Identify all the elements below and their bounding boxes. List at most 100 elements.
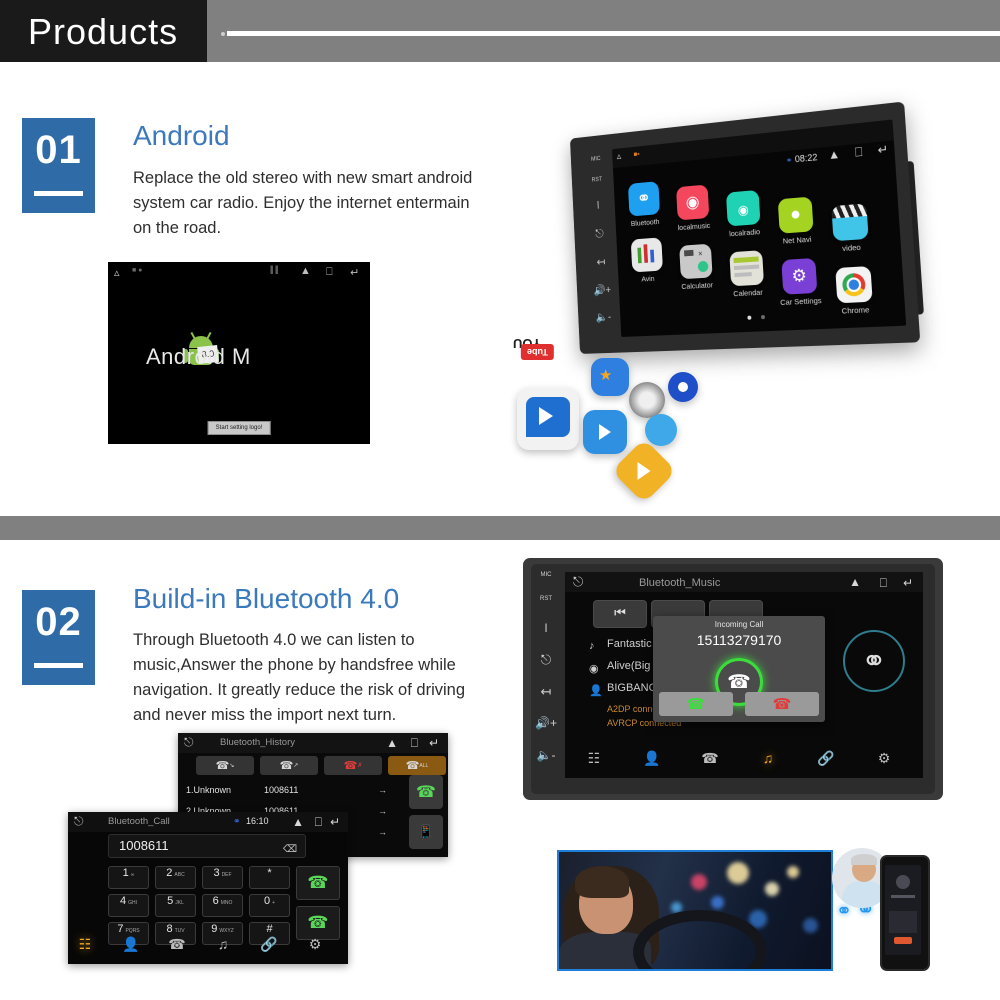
incoming-call-dialog[interactable]: Incoming Call 15113279170 ☎ ☎ ☎ xyxy=(653,616,825,722)
home-icon[interactable]: ⎋ xyxy=(588,226,611,242)
row-arrow-icon[interactable]: → xyxy=(378,785,387,795)
volume-down-icon[interactable]: 🔈- xyxy=(592,310,615,324)
app-bluetooth[interactable]: ⚭ Bluetooth xyxy=(623,181,667,229)
collapse-icon[interactable]: ▲ xyxy=(300,265,311,277)
settings-gear-icon[interactable]: ⚙ xyxy=(302,936,328,953)
recents-icon[interactable]: ⎕ xyxy=(315,816,322,828)
recents-icon[interactable]: ⎕ xyxy=(411,737,418,749)
recents-icon[interactable]: ⎕ xyxy=(326,266,333,279)
app-localmusic[interactable]: ◉ localmusic xyxy=(671,184,716,233)
key-2[interactable]: 2 ABC xyxy=(155,866,196,889)
home-icon[interactable]: ⎋ xyxy=(184,735,194,750)
app-label: Net Navi xyxy=(774,234,820,246)
home-icon[interactable]: ▵ xyxy=(617,151,622,162)
mic-key[interactable]: MIC xyxy=(533,572,559,578)
rst-key[interactable]: RST xyxy=(533,596,559,602)
bluetooth-music-screen[interactable]: ⎋ ▲ ⎕ ↵ Bluetooth_Music ⏮ ♪ Fantastic Ba… xyxy=(565,572,923,778)
back-icon[interactable]: ↵ xyxy=(350,266,359,279)
mic-key[interactable]: MIC xyxy=(585,155,608,163)
contacts-icon[interactable]: 👤 xyxy=(639,750,665,767)
radio-touchscreen[interactable]: ▵ ■▪ ⚭ 08:22 ▲ ⎕ ↵ ⚭ Bluetooth ◉ localmu… xyxy=(612,119,906,336)
end-call-icon[interactable]: ☎ xyxy=(296,906,340,940)
key-star[interactable]: * xyxy=(249,866,290,889)
missed-calls-tab[interactable]: ☎ ✗ xyxy=(324,756,382,775)
backspace-icon[interactable]: ⌫ xyxy=(283,839,297,861)
call-history-icon[interactable]: ☎ xyxy=(697,750,723,767)
incoming-calls-tab[interactable]: ☎ ↘ xyxy=(196,756,254,775)
rst-key[interactable]: RST xyxy=(586,176,609,184)
collapse-icon[interactable]: ▲ xyxy=(849,576,861,588)
contacts-icon[interactable]: 👤 xyxy=(118,936,144,953)
page-indicator[interactable] xyxy=(742,306,770,325)
recents-icon[interactable]: ⎕ xyxy=(880,577,887,589)
row-arrow-icon[interactable]: → xyxy=(378,806,387,816)
outgoing-calls-tab[interactable]: ☎ ↗ xyxy=(260,756,318,775)
app-video[interactable]: video xyxy=(825,203,875,254)
app-label: video xyxy=(828,242,876,254)
collapse-icon[interactable]: ▲ xyxy=(386,737,398,749)
collapse-icon[interactable]: ▲ xyxy=(292,816,304,828)
status-icons: ■ ● xyxy=(132,267,142,274)
volume-up-icon[interactable]: 🔊+ xyxy=(533,716,559,730)
app-localradio[interactable]: ◉ localradio xyxy=(720,189,767,238)
key-5[interactable]: 5 JKL xyxy=(155,894,196,917)
app-label: Chrome xyxy=(831,305,879,317)
collapse-icon[interactable]: ▲ xyxy=(828,147,841,162)
track-icon-artist: 👤 xyxy=(589,684,603,697)
all-calls-tab[interactable]: ☎ ALL xyxy=(388,756,446,775)
back-icon[interactable]: ↤ xyxy=(589,254,612,269)
back-icon[interactable]: ↵ xyxy=(330,816,340,828)
key-6[interactable]: 6 MNO xyxy=(202,894,243,917)
youtube-badge: Tube xyxy=(521,344,554,360)
dial-call-icon[interactable]: ☎ xyxy=(409,775,443,809)
track-icon-note: ♪ xyxy=(589,640,595,652)
home-icon: ▵ xyxy=(114,266,120,279)
music-icon[interactable]: ♫ xyxy=(755,750,781,766)
home-icon[interactable]: ⎋ xyxy=(533,652,559,668)
call-history-icon[interactable]: ☎ xyxy=(164,936,190,953)
key-3[interactable]: 3 DEF xyxy=(202,866,243,889)
driver-photo xyxy=(557,850,833,971)
key-0[interactable]: 0 + xyxy=(249,894,290,917)
keypad-icon[interactable]: ☷ xyxy=(581,750,607,767)
key-1[interactable]: 1 ∞ xyxy=(108,866,149,889)
row-arrow-icon[interactable]: → xyxy=(378,827,387,837)
volume-down-icon[interactable]: 🔈- xyxy=(533,748,559,762)
back-icon[interactable]: ↵ xyxy=(877,142,889,158)
screen-clock: 08:22 xyxy=(795,152,818,164)
caller-hair xyxy=(851,854,877,865)
app-chrome[interactable]: Chrome xyxy=(829,266,880,316)
section-number-02: 02 xyxy=(22,590,95,654)
power-icon[interactable]: ⏽ xyxy=(587,197,610,213)
bluetooth-icon: ⚭ xyxy=(843,630,905,692)
link-icon[interactable]: 🔗 xyxy=(256,936,282,953)
bluetooth-call-screen[interactable]: ⎋ ⚭ 16:10 ▲ ⎕ ↵ Bluetooth_Call 1008611 ⌫… xyxy=(68,812,348,964)
calendar-icon xyxy=(729,250,764,286)
gear-icon: ⚙ xyxy=(781,258,817,295)
app-calculator[interactable]: × Calculator xyxy=(674,243,719,291)
keypad-icon[interactable]: ☷ xyxy=(72,936,98,953)
app-avin[interactable]: Avin xyxy=(625,237,669,284)
prev-track-button[interactable]: ⏮ xyxy=(593,600,647,628)
reject-call-button[interactable]: ☎ xyxy=(745,692,819,716)
phone-number-input[interactable]: 1008611 ⌫ xyxy=(108,834,306,858)
settings-gear-icon[interactable]: ⚙ xyxy=(871,750,897,767)
start-setting-button[interactable]: Start setting logo! xyxy=(208,421,271,435)
back-icon[interactable]: ↵ xyxy=(429,737,439,749)
volume-up-icon[interactable]: 🔊+ xyxy=(591,283,614,297)
key-4[interactable]: 4 GHI xyxy=(108,894,149,917)
back-icon[interactable]: ↤ xyxy=(533,684,559,700)
power-icon[interactable]: ⏽ xyxy=(533,620,559,636)
app-car-settings[interactable]: ⚙ Car Settings xyxy=(775,258,824,308)
back-icon[interactable]: ↵ xyxy=(903,577,913,589)
home-icon[interactable]: ⎋ xyxy=(74,814,84,829)
home-icon[interactable]: ⎋ xyxy=(573,574,583,590)
transfer-to-phone-icon[interactable]: 📱 xyxy=(409,815,443,849)
music-icon[interactable]: ♫ xyxy=(210,936,236,952)
app-net-navi[interactable]: ● Net Navi xyxy=(772,196,821,246)
accept-call-button[interactable]: ☎ xyxy=(659,692,733,716)
app-calendar[interactable]: Calendar xyxy=(724,250,771,299)
link-icon[interactable]: 🔗 xyxy=(813,750,839,767)
dial-call-icon[interactable]: ☎ xyxy=(296,866,340,900)
recents-icon[interactable]: ⎕ xyxy=(854,145,862,160)
